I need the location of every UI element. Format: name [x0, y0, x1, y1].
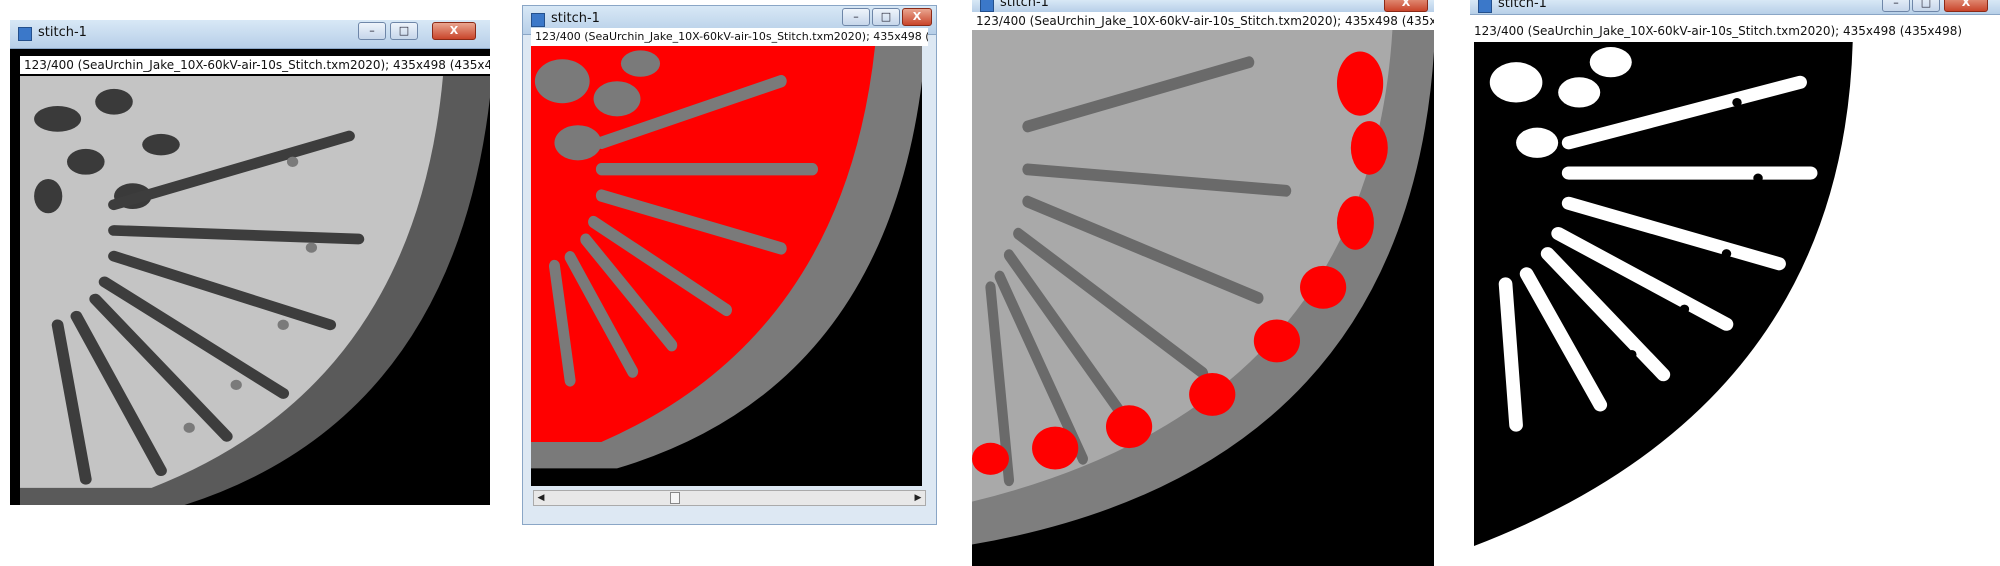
- window-titlebar[interactable]: stitch-1 – □ X: [10, 20, 490, 49]
- image-info-bar: 123/400 (SeaUrchin_Jake_10X-60kV-air-10s…: [531, 28, 928, 46]
- close-button[interactable]: X: [902, 8, 932, 26]
- window-title: stitch-1: [1000, 0, 1049, 10]
- window-stitch-1-binary[interactable]: stitch-1 – □ X 123/400 (SeaUrchin_Jake_1…: [1470, 0, 2000, 566]
- ct-slice-partial-threshold: [972, 30, 1434, 566]
- imagej-app-icon: [1478, 0, 1492, 13]
- binary-mask-image: [1474, 42, 2000, 546]
- window-title: stitch-1: [38, 25, 87, 40]
- imagej-app-icon: [531, 13, 545, 27]
- image-canvas[interactable]: [972, 30, 1434, 566]
- maximize-button[interactable]: □: [872, 8, 900, 26]
- horizontal-scrollbar[interactable]: ◀ ▶: [533, 490, 926, 506]
- image-info-bar: 123/400 (SeaUrchin_Jake_10X-60kV-air-10s…: [20, 56, 490, 74]
- close-button[interactable]: X: [1944, 0, 1988, 12]
- image-info-bar: 123/400 (SeaUrchin_Jake_10X-60kV-air-10s…: [1470, 22, 2000, 40]
- window-stitch-1-grayscale[interactable]: stitch-1 – □ X 123/400 (SeaUrchin_Jake_1…: [10, 20, 490, 505]
- image-canvas[interactable]: [531, 46, 922, 486]
- minimize-button[interactable]: –: [1882, 0, 1910, 12]
- scroll-right-arrow-icon[interactable]: ▶: [911, 491, 925, 505]
- image-canvas[interactable]: [1474, 42, 2000, 546]
- imagej-app-icon: [980, 0, 994, 12]
- minimize-button[interactable]: –: [358, 22, 386, 40]
- scroll-left-arrow-icon[interactable]: ◀: [534, 491, 548, 505]
- window-stitch-1-partial[interactable]: stitch-1 X 123/400 (SeaUrchin_Jake_10X-6…: [972, 0, 1434, 566]
- scroll-thumb[interactable]: [670, 492, 680, 504]
- ct-slice-grayscale: [20, 76, 490, 505]
- window-title: stitch-1: [551, 11, 600, 26]
- maximize-button[interactable]: □: [390, 22, 418, 40]
- window-titlebar[interactable]: stitch-1 – □ X: [1470, 0, 2000, 15]
- minimize-button[interactable]: –: [842, 8, 870, 26]
- close-button[interactable]: X: [432, 22, 476, 40]
- close-button[interactable]: X: [1384, 0, 1428, 12]
- ct-slice-threshold: [531, 46, 922, 486]
- imagej-app-icon: [18, 27, 32, 41]
- window-title: stitch-1: [1498, 0, 1547, 11]
- image-info-bar: 123/400 (SeaUrchin_Jake_10X-60kV-air-10s…: [972, 12, 1434, 30]
- maximize-button[interactable]: □: [1912, 0, 1940, 12]
- image-canvas[interactable]: [20, 76, 490, 505]
- window-stitch-1-threshold[interactable]: stitch-1 – □ X 123/400 (SeaUrchin_Jake_1…: [522, 5, 937, 525]
